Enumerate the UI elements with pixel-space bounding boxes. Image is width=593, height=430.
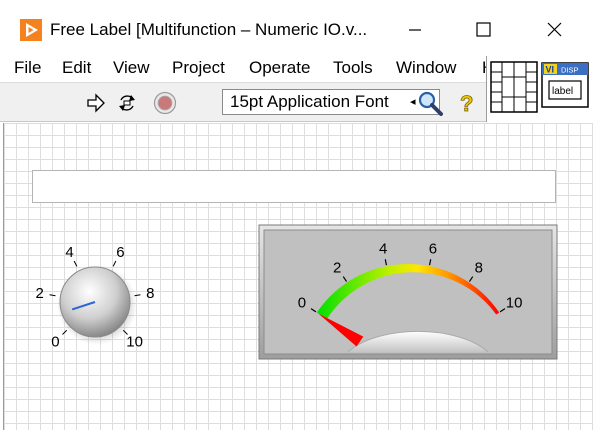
font-select[interactable]: 15pt Application Font ◂ bbox=[222, 89, 440, 115]
run-arrow-icon[interactable] bbox=[86, 93, 106, 113]
title-bar[interactable]: Free Label [Multifunction – Numeric IO.v… bbox=[0, 0, 593, 56]
abort-stop-icon[interactable] bbox=[153, 91, 177, 115]
labview-window: Free Label [Multifunction – Numeric IO.v… bbox=[0, 0, 593, 430]
knob-scale-label: 2 bbox=[36, 285, 44, 302]
vi-icon[interactable]: VI DISP label bbox=[541, 62, 589, 108]
minimize-button[interactable] bbox=[392, 10, 438, 50]
front-panel[interactable]: 0 2 4 6 8 10 0 2 4 6 8 10 bbox=[3, 123, 593, 430]
connector-pane-icon[interactable] bbox=[489, 60, 539, 114]
menu-file[interactable]: File bbox=[14, 56, 41, 82]
context-help-icon[interactable]: ? bbox=[458, 91, 478, 115]
meter-scale-label: 10 bbox=[506, 294, 523, 311]
knob-tick bbox=[62, 329, 68, 335]
knob-scale-label: 8 bbox=[146, 285, 154, 302]
labview-app-icon bbox=[20, 19, 42, 41]
meter-indicator: 0 2 4 6 8 10 bbox=[258, 224, 558, 360]
meter-scale-label: 6 bbox=[429, 240, 437, 257]
run-continuously-icon[interactable] bbox=[116, 92, 138, 114]
font-select-value: 15pt Application Font bbox=[230, 92, 389, 111]
close-button[interactable] bbox=[531, 10, 577, 50]
free-label-text-box[interactable] bbox=[32, 170, 556, 203]
menu-project[interactable]: Project bbox=[172, 56, 225, 82]
meter-scale-label: 4 bbox=[379, 240, 387, 257]
font-select-arrow-icon: ◂ bbox=[410, 96, 416, 108]
knob-scale-label: 4 bbox=[65, 244, 73, 261]
menu-window[interactable]: Window bbox=[396, 56, 456, 82]
knob-tick bbox=[49, 294, 56, 297]
menu-view[interactable]: View bbox=[113, 56, 150, 82]
meter-scale-label: 8 bbox=[475, 259, 483, 276]
svg-text:?: ? bbox=[460, 91, 473, 115]
menu-operate[interactable]: Operate bbox=[249, 56, 310, 82]
knob-scale-label: 6 bbox=[116, 244, 124, 261]
window-title: Free Label [Multifunction – Numeric IO.v… bbox=[50, 20, 368, 39]
meter-scale-label: 2 bbox=[333, 259, 341, 276]
knob-tick bbox=[112, 260, 117, 267]
search-icon[interactable] bbox=[416, 89, 444, 117]
knob-tick bbox=[73, 260, 78, 267]
menu-tools[interactable]: Tools bbox=[333, 56, 373, 82]
menu-edit[interactable]: Edit bbox=[62, 56, 91, 82]
maximize-button[interactable] bbox=[460, 10, 506, 50]
vi-badge-text: VI bbox=[546, 65, 555, 75]
knob-scale-label: 0 bbox=[51, 334, 59, 351]
knob-scale-label: 10 bbox=[126, 334, 143, 351]
disp-label-text: DISP bbox=[561, 66, 579, 75]
knob-control[interactable]: 0 2 4 6 8 10 bbox=[26, 232, 166, 367]
label-glyph-text: label bbox=[552, 86, 573, 97]
meter-scale-label: 0 bbox=[298, 294, 306, 311]
vi-icon-area: VI DISP label bbox=[486, 56, 593, 122]
